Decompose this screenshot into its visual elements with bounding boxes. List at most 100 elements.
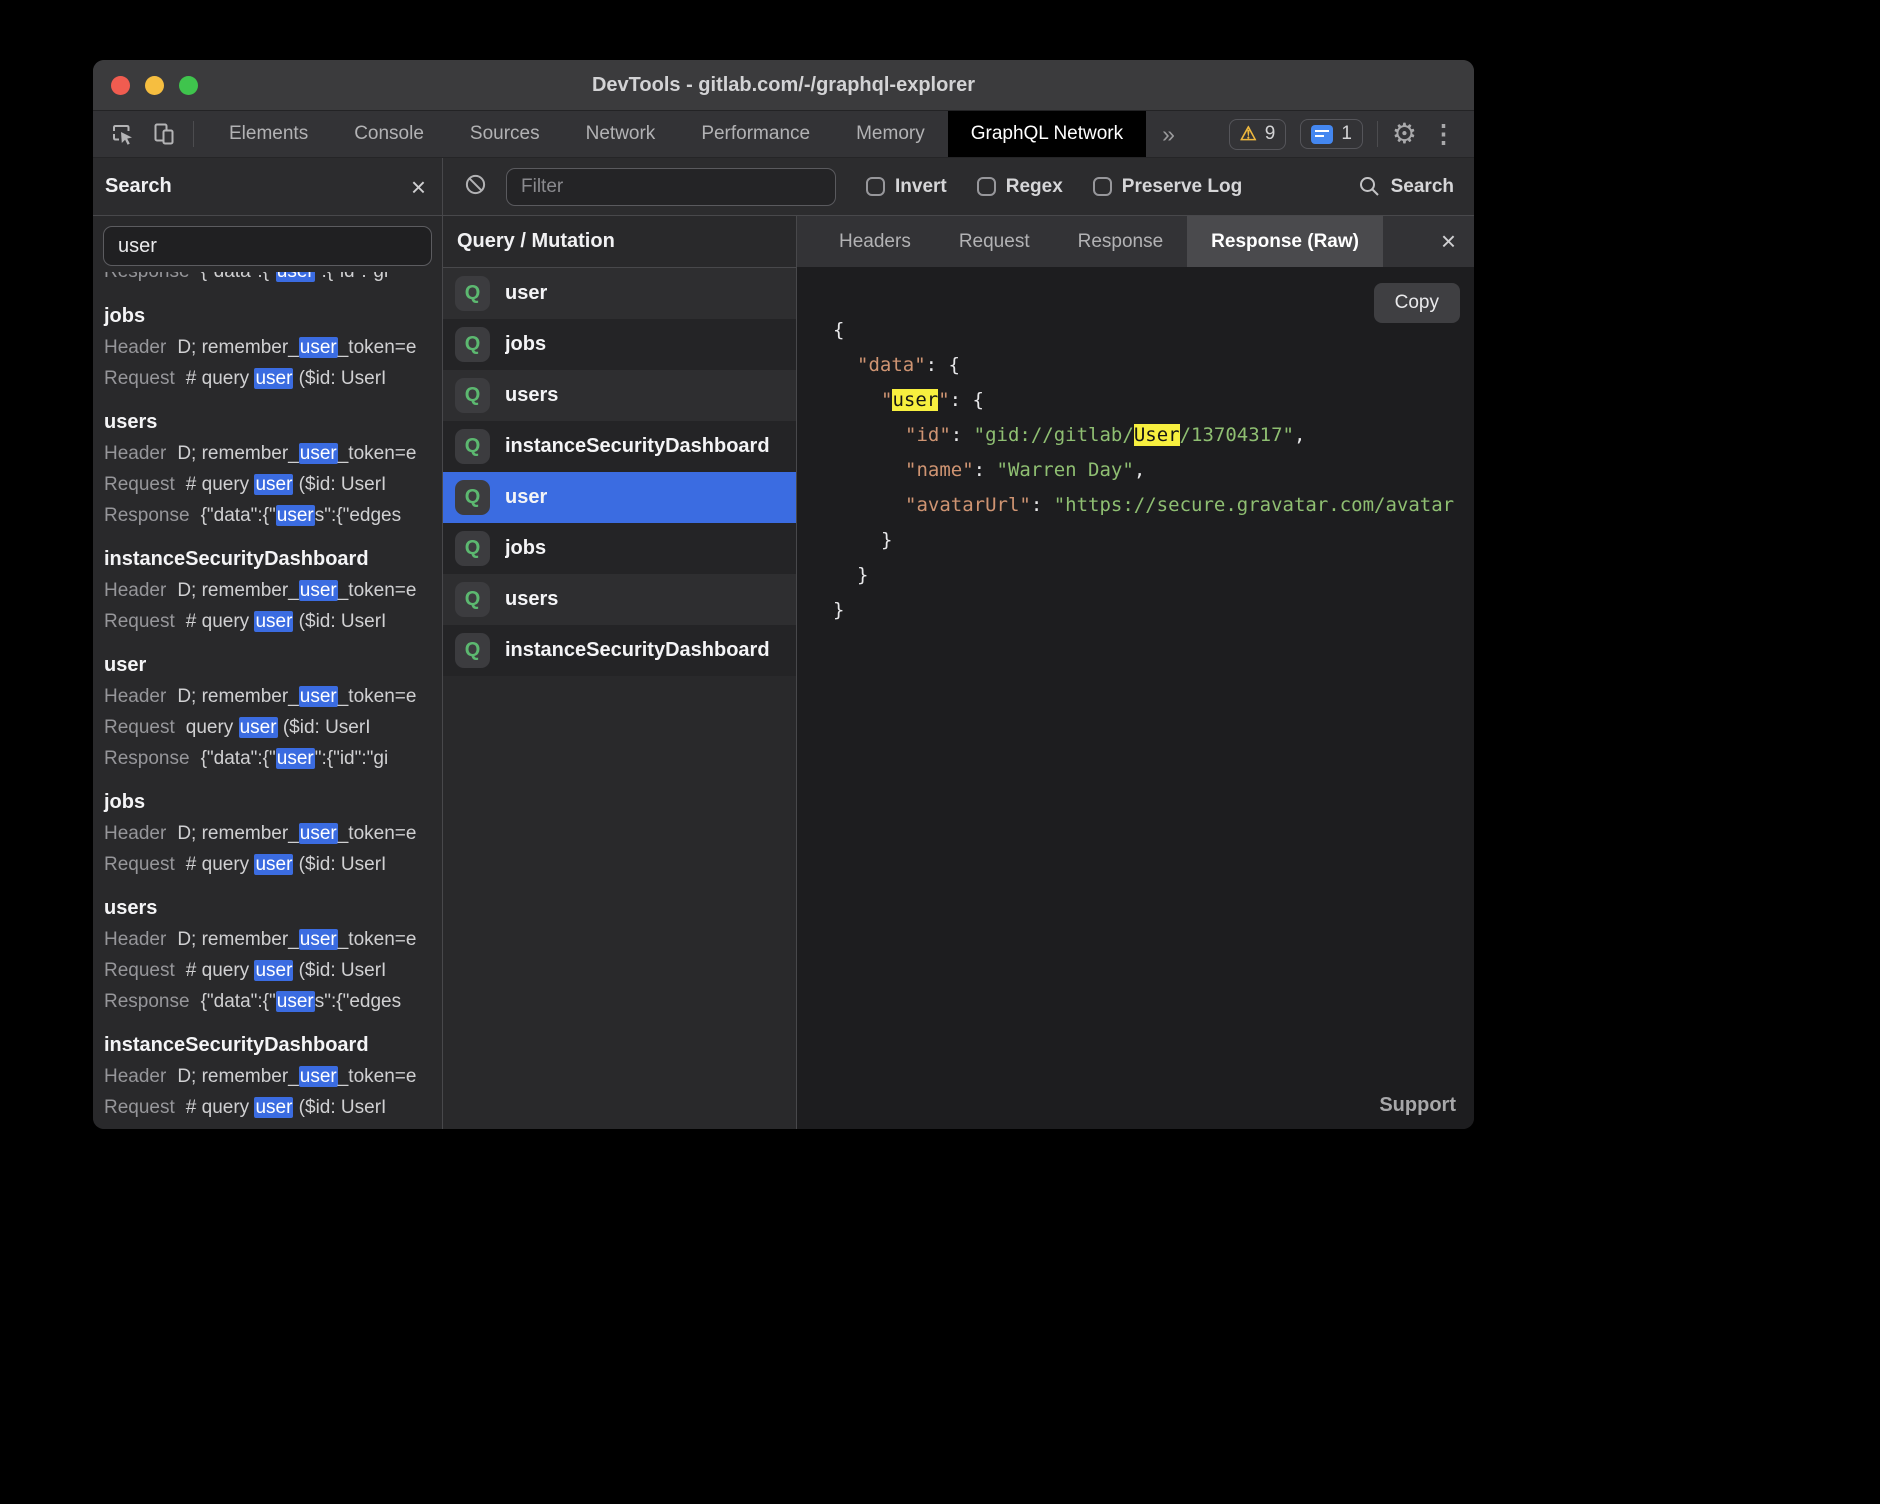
- toolbar-search-button[interactable]: Search: [1358, 175, 1454, 198]
- result-line-label: Request: [104, 960, 175, 981]
- devtools-tab-sources[interactable]: Sources: [447, 111, 563, 157]
- result-line-label: Response: [104, 748, 190, 769]
- query-list-item-user[interactable]: Quser: [443, 472, 796, 523]
- result-line: HeaderD; remember_user_token=e: [104, 681, 442, 712]
- query-type-icon: Q: [455, 276, 490, 311]
- settings-gear-icon[interactable]: ⚙: [1392, 120, 1417, 148]
- query-rows: QuserQjobsQusersQinstanceSecurityDashboa…: [443, 268, 796, 676]
- checkbox-box[interactable]: [1093, 177, 1112, 196]
- minimize-window-button[interactable]: [145, 76, 164, 95]
- json-line: "avatarUrl": "https://secure.gravatar.co…: [833, 488, 1474, 523]
- result-line-clipped: Response{"data":{"user":{"id":"gi: [104, 272, 442, 288]
- filter-input[interactable]: [506, 168, 836, 206]
- close-search-icon[interactable]: ×: [411, 174, 426, 200]
- checkbox-box[interactable]: [977, 177, 996, 196]
- search-match-highlight: user: [254, 474, 293, 495]
- result-line-label: Response: [104, 991, 190, 1012]
- search-match-highlight: user: [299, 686, 338, 707]
- search-panel-title: Search: [105, 175, 172, 198]
- checkbox-label: Invert: [895, 176, 947, 198]
- checkbox-box[interactable]: [866, 177, 885, 196]
- devtools-tab-network[interactable]: Network: [563, 111, 679, 157]
- result-line-label: Header: [104, 443, 166, 464]
- result-line: HeaderD; remember_user_token=e: [104, 818, 442, 849]
- search-match-highlight: user: [276, 748, 315, 769]
- search-input[interactable]: [103, 226, 432, 266]
- query-type-icon: Q: [455, 582, 490, 617]
- desktop-background: { "window": { "title": "DevTools - gitla…: [0, 0, 1880, 1504]
- result-line-label: Request: [104, 717, 175, 738]
- response-tab-headers[interactable]: Headers: [815, 216, 935, 267]
- result-line: HeaderD; remember_user_token=e: [104, 924, 442, 955]
- query-type-icon: Q: [455, 378, 490, 413]
- query-item-label: instanceSecurityDashboard: [505, 435, 770, 458]
- close-window-button[interactable]: [111, 76, 130, 95]
- search-match-highlight: user: [239, 717, 278, 738]
- query-item-label: user: [505, 486, 547, 509]
- checkbox-regex[interactable]: Regex: [977, 176, 1063, 198]
- search-match-highlight: user: [254, 368, 293, 389]
- result-section-users[interactable]: usersHeaderD; remember_user_token=eReque…: [104, 411, 442, 531]
- devtools-tab-console[interactable]: Console: [331, 111, 447, 157]
- support-link[interactable]: Support: [1379, 1094, 1456, 1117]
- search-match-highlight: user: [276, 991, 315, 1012]
- devtools-tabs: ElementsConsoleSourcesNetworkPerformance…: [206, 111, 1146, 157]
- devtools-tab-memory[interactable]: Memory: [833, 111, 948, 157]
- response-tab-request[interactable]: Request: [935, 216, 1054, 267]
- query-list-item-user[interactable]: Quser: [443, 268, 796, 319]
- search-match-highlight: user: [299, 337, 338, 358]
- result-line: Request# query user ($id: UserI: [104, 363, 442, 394]
- inspect-element-icon[interactable]: [109, 121, 135, 147]
- traffic-lights: [111, 60, 198, 110]
- warning-icon: ⚠: [1240, 123, 1257, 146]
- query-list-item-instancesecuritydashboard[interactable]: QinstanceSecurityDashboard: [443, 625, 796, 676]
- query-list-item-jobs[interactable]: Qjobs: [443, 319, 796, 370]
- warnings-badge[interactable]: ⚠ 9: [1229, 119, 1287, 150]
- result-section-users[interactable]: usersHeaderD; remember_user_token=eReque…: [104, 897, 442, 1017]
- json-line: }: [833, 558, 1474, 593]
- result-section-instancesecuritydashboard[interactable]: instanceSecurityDashboardHeaderD; rememb…: [104, 1034, 442, 1123]
- query-item-label: users: [505, 384, 558, 407]
- query-list-item-users[interactable]: Qusers: [443, 370, 796, 421]
- search-match-highlight: user: [299, 1066, 338, 1087]
- search-results-panel: Response{"data":{"user":{"id":"gi jobsHea…: [93, 216, 443, 1129]
- checkbox-preserve-log[interactable]: Preserve Log: [1093, 176, 1242, 198]
- copy-button[interactable]: Copy: [1374, 283, 1460, 323]
- query-list-panel: Query / Mutation QuserQjobsQusersQinstan…: [443, 216, 797, 1129]
- response-tab-response[interactable]: Response: [1054, 216, 1188, 267]
- devtools-tab-elements[interactable]: Elements: [206, 111, 331, 157]
- response-raw-view: Copy {"data": {"user": {"id": "gid://git…: [797, 267, 1474, 1129]
- result-section-jobs[interactable]: jobsHeaderD; remember_user_token=eReques…: [104, 791, 442, 880]
- result-section-instancesecuritydashboard[interactable]: instanceSecurityDashboardHeaderD; rememb…: [104, 548, 442, 637]
- result-line-label: Request: [104, 854, 175, 875]
- response-tabs: HeadersRequestResponseResponse (Raw) ×: [797, 216, 1474, 267]
- search-match-highlight: user: [299, 823, 338, 844]
- result-line: Response{"data":{"users":{"edges: [104, 986, 442, 1017]
- response-tab-response-raw[interactable]: Response (Raw): [1187, 216, 1383, 267]
- result-section-title: users: [104, 411, 442, 434]
- query-list-item-instancesecuritydashboard[interactable]: QinstanceSecurityDashboard: [443, 421, 796, 472]
- search-match-highlight: user: [299, 929, 338, 950]
- json-line: }: [833, 593, 1474, 628]
- result-line: HeaderD; remember_user_token=e: [104, 1061, 442, 1092]
- toolbar-search-label: Search: [1391, 176, 1454, 198]
- maximize-window-button[interactable]: [179, 76, 198, 95]
- devtools-tab-graphql-network[interactable]: GraphQL Network: [948, 111, 1146, 157]
- query-list-item-jobs[interactable]: Qjobs: [443, 523, 796, 574]
- query-list-item-users[interactable]: Qusers: [443, 574, 796, 625]
- issues-badge[interactable]: 1: [1300, 119, 1363, 149]
- devtools-tab-performance[interactable]: Performance: [678, 111, 833, 157]
- close-details-icon[interactable]: ×: [1441, 216, 1456, 267]
- json-content: {"data": {"user": {"id": "gid://gitlab/U…: [833, 313, 1474, 628]
- kebab-menu-icon[interactable]: ⋮: [1431, 122, 1456, 147]
- query-item-label: instanceSecurityDashboard: [505, 639, 770, 662]
- checkbox-invert[interactable]: Invert: [866, 176, 947, 198]
- result-line-label: Request: [104, 611, 175, 632]
- clear-requests-icon[interactable]: [463, 172, 488, 202]
- result-section-user[interactable]: userHeaderD; remember_user_token=eReques…: [104, 654, 442, 774]
- result-section-jobs[interactable]: jobsHeaderD; remember_user_token=eReques…: [104, 305, 442, 394]
- device-toolbar-icon[interactable]: [151, 121, 177, 147]
- more-tabs-button[interactable]: »: [1146, 111, 1191, 157]
- search-match-highlight: user: [299, 580, 338, 601]
- result-line: Request# query user ($id: UserI: [104, 849, 442, 880]
